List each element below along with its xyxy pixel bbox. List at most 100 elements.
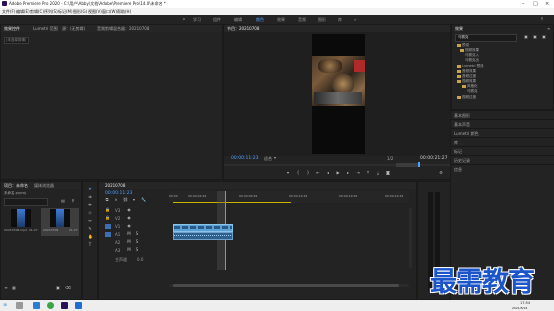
- work-area-bar[interactable]: [173, 202, 291, 203]
- program-playhead[interactable]: [418, 162, 420, 167]
- extract-icon[interactable]: ⤓: [376, 171, 380, 175]
- minimize-icon[interactable]: –: [522, 1, 525, 7]
- audio-clip[interactable]: [173, 232, 233, 240]
- mark-out-icon[interactable]: }: [306, 171, 310, 175]
- tab-media-browser[interactable]: 媒体浏览器: [34, 183, 54, 189]
- project-item-sequence[interactable]: 20210708 21:27: [41, 208, 79, 236]
- tree-mosaic-out[interactable]: 马赛克出: [465, 58, 479, 63]
- panel-menu-icon[interactable]: ≡: [547, 26, 550, 31]
- solo-icon[interactable]: S: [135, 232, 139, 236]
- new-bin-icon[interactable]: ▤: [61, 199, 65, 203]
- 32bit-effects-icon[interactable]: ▣: [533, 35, 537, 39]
- project-item[interactable]: 20210708.mp4 21:27: [4, 208, 38, 236]
- hand-tool-icon[interactable]: ✋: [88, 235, 93, 239]
- tab-sequence[interactable]: 20210708: [105, 183, 125, 188]
- razor-tool-icon[interactable]: ◇: [88, 211, 92, 215]
- track-select-tool-icon[interactable]: ⇉: [88, 195, 92, 199]
- lock-icon[interactable]: 🔒: [105, 216, 110, 220]
- workspace-assembly[interactable]: 组件: [213, 17, 221, 23]
- play-icon[interactable]: ▶: [336, 171, 340, 175]
- eye-icon[interactable]: ◉: [127, 224, 131, 228]
- workspace-editing[interactable]: 编辑: [234, 17, 242, 23]
- video-clip[interactable]: [173, 224, 233, 232]
- timeline-vertical-scrollbar[interactable]: [409, 208, 412, 268]
- tree-video-transitions[interactable]: 视频过渡: [457, 95, 476, 100]
- export-frame-icon[interactable]: ◙: [386, 171, 390, 175]
- premiere-taskbar-icon[interactable]: [61, 302, 68, 309]
- home-icon[interactable]: ⌂: [182, 17, 186, 21]
- timeline-horizontal-scrollbar[interactable]: [169, 284, 409, 287]
- icon-view-icon[interactable]: ▦: [12, 286, 16, 290]
- quality-dropdown[interactable]: 1/2: [387, 156, 393, 161]
- nest-icon[interactable]: ⧉: [105, 198, 109, 202]
- workspace-effects[interactable]: 效果: [277, 17, 285, 23]
- step-forward-icon[interactable]: ▸: [346, 171, 350, 175]
- maximize-icon[interactable]: □: [533, 1, 538, 7]
- workspace-audio[interactable]: 音频: [298, 17, 306, 23]
- lift-icon[interactable]: ⤒: [366, 171, 370, 175]
- workspace-color[interactable]: 颜色: [256, 17, 264, 23]
- new-item-icon[interactable]: ▣: [56, 286, 60, 290]
- close-icon[interactable]: ×: [545, 1, 549, 7]
- lock-icon[interactable]: 🔒: [105, 208, 110, 212]
- project-sequence-name: 20210708: [43, 228, 59, 232]
- delete-icon[interactable]: ⌫: [65, 286, 71, 290]
- wrench-icon[interactable]: 🔧: [141, 198, 146, 202]
- go-to-out-icon[interactable]: ⇥: [356, 171, 360, 175]
- timeline-timecode[interactable]: 00:00:11:23: [105, 191, 132, 196]
- program-viewer[interactable]: [224, 32, 450, 156]
- taskview-icon[interactable]: [33, 302, 40, 309]
- mute-icon[interactable]: M: [127, 232, 131, 236]
- program-time-ruler[interactable]: [224, 162, 450, 167]
- filter-icon[interactable]: ⚲: [71, 199, 75, 203]
- mute-icon[interactable]: M: [127, 240, 131, 244]
- browser-icon[interactable]: [47, 302, 54, 309]
- snap-icon[interactable]: ∩: [114, 198, 118, 202]
- slip-tool-icon[interactable]: ↔: [88, 219, 92, 223]
- step-back-icon[interactable]: ◂: [326, 171, 330, 175]
- workspace-graphics[interactable]: 图形: [318, 17, 326, 23]
- tab-lumetri-scopes[interactable]: Lumetri 范围: [33, 26, 58, 32]
- list-view-icon[interactable]: ≡: [4, 286, 8, 290]
- mute-icon[interactable]: M: [127, 248, 131, 252]
- timeline-ruler[interactable]: 00:00 00:00:04:29 00:00:09:29 00:00:14:2…: [169, 191, 409, 203]
- add-marker-timeline-icon[interactable]: ▾: [132, 198, 136, 202]
- workspace-learn[interactable]: 学习: [193, 17, 201, 23]
- tab-source[interactable]: 源：(无剪辑): [62, 26, 85, 32]
- selection-tool-icon[interactable]: ➤: [88, 187, 92, 191]
- add-marker-icon[interactable]: ▾: [286, 171, 290, 175]
- fit-dropdown[interactable]: 适合: [264, 156, 272, 162]
- go-to-in-icon[interactable]: ⇤: [316, 171, 320, 175]
- eye-icon[interactable]: ◉: [127, 216, 131, 220]
- workspace-libraries[interactable]: 库: [338, 17, 342, 23]
- search-icon[interactable]: ⚲: [540, 17, 544, 21]
- mark-in-icon[interactable]: {: [296, 171, 300, 175]
- settings-icon[interactable]: ⚙: [439, 171, 443, 175]
- source-patch-a1[interactable]: [105, 232, 111, 237]
- source-patch-v1[interactable]: [105, 224, 111, 229]
- accelerated-effects-icon[interactable]: ▣: [524, 35, 528, 39]
- type-tool-icon[interactable]: T: [88, 243, 92, 247]
- solo-icon[interactable]: S: [135, 248, 139, 252]
- effects-title: 效果: [455, 26, 463, 31]
- tab-audio-clip-mixer[interactable]: 音频剪辑混合器：20210708: [97, 26, 149, 32]
- effects-search-input[interactable]: 马赛克: [455, 34, 517, 42]
- tab-effect-controls[interactable]: 效果控件: [4, 26, 20, 32]
- chevron-down-icon[interactable]: ▾: [274, 155, 276, 160]
- app-taskbar-icon[interactable]: [75, 302, 82, 309]
- tree-mosaic[interactable]: 马赛克: [467, 89, 478, 94]
- eye-icon[interactable]: ◉: [127, 208, 131, 212]
- windows-start-icon[interactable]: ⊞: [3, 303, 7, 307]
- window-title: Adobe Premiere Pro 2020 - C:\用户\Abby\文档\…: [9, 1, 166, 6]
- tab-project[interactable]: 项目：未命名: [4, 183, 28, 189]
- linked-selection-icon[interactable]: ⛓: [123, 198, 128, 202]
- yuv-effects-icon[interactable]: ▣: [542, 35, 546, 39]
- more-workspaces-icon[interactable]: »: [354, 17, 356, 22]
- solo-icon[interactable]: S: [135, 240, 139, 244]
- search-taskbar-icon[interactable]: [16, 302, 23, 309]
- project-search-input[interactable]: [4, 198, 48, 206]
- master-value[interactable]: 0.0: [137, 257, 143, 262]
- ripple-edit-tool-icon[interactable]: ⇹: [88, 203, 92, 207]
- pen-tool-icon[interactable]: ✎: [88, 227, 92, 231]
- program-timecode[interactable]: 00:00:11:23: [231, 156, 258, 161]
